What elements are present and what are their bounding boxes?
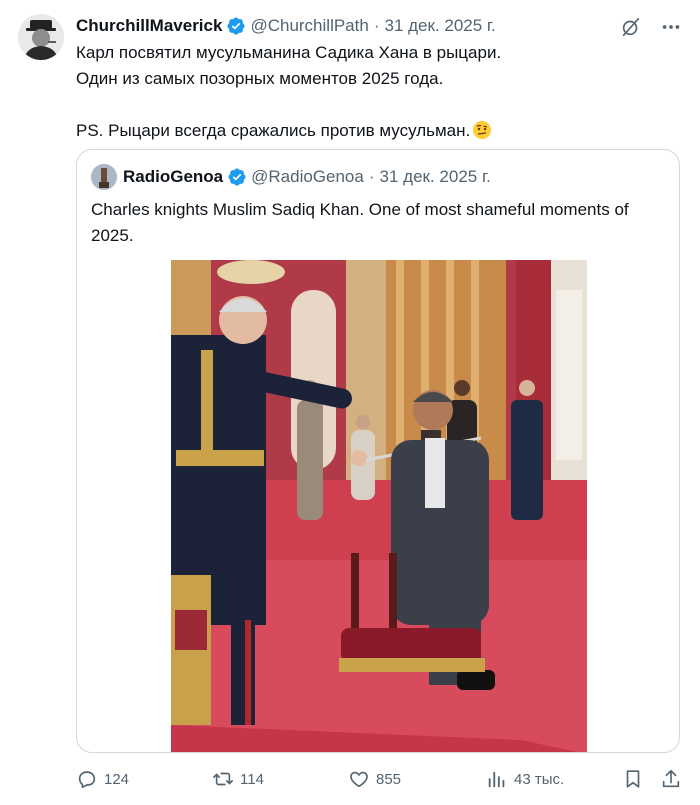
tweet-line-1: Карл посвятил мусульманина Садика Хана в…	[76, 43, 502, 62]
bookmark-icon	[626, 770, 640, 788]
quoted-photo[interactable]	[171, 260, 587, 752]
quoted-tweet[interactable]: RadioGenoa @RadioGenoa · 31 дек. 2025 г.…	[76, 149, 680, 753]
author-avatar[interactable]	[18, 14, 64, 60]
repost-button[interactable]: 114	[212, 768, 264, 790]
reply-count: 124	[104, 770, 130, 788]
action-bar: 124 114 855 43 тыс.	[76, 764, 688, 794]
tweet-line-2: Один из самых позорных моментов 2025 год…	[76, 69, 444, 88]
raised-eyebrow-emoji-icon	[472, 120, 492, 140]
quoted-avatar[interactable]	[91, 164, 117, 190]
quoted-date[interactable]: 31 дек. 2025 г.	[380, 167, 491, 187]
tweet-line-3: PS. Рыцари всегда сражались против мусул…	[76, 121, 471, 140]
more-icon[interactable]	[658, 14, 684, 40]
share-button[interactable]	[660, 768, 688, 790]
grok-slash-icon[interactable]	[618, 14, 644, 40]
author-handle[interactable]: @ChurchillPath	[250, 16, 368, 36]
like-count: 855	[376, 770, 402, 788]
views-count: 43 тыс.	[514, 770, 565, 788]
quoted-separator: ·	[368, 167, 375, 186]
quoted-header: RadioGenoa @RadioGenoa · 31 дек. 2025 г.	[91, 164, 491, 190]
bookmark-button[interactable]	[622, 768, 650, 790]
views-button[interactable]: 43 тыс.	[486, 768, 564, 790]
tweet-date[interactable]: 31 дек. 2025 г.	[385, 16, 496, 36]
tweet-line-3-wrap: PS. Рыцари всегда сражались против мусул…	[76, 118, 680, 144]
top-actions	[618, 14, 684, 40]
reply-button[interactable]: 124	[76, 768, 129, 790]
tweet-header: ChurchillMaverick @ChurchillPath · 31 де…	[76, 14, 496, 38]
header-separator: ·	[373, 16, 380, 35]
verified-badge-icon	[226, 16, 246, 36]
quoted-text: Charles knights Muslim Sadiq Khan. One o…	[91, 200, 629, 245]
quoted-name[interactable]: RadioGenoa	[123, 167, 223, 187]
author-name[interactable]: ChurchillMaverick	[76, 16, 222, 36]
tweet-text: Карл посвятил мусульманина Садика Хана в…	[76, 40, 680, 144]
repost-count: 114	[240, 770, 264, 788]
share-icon	[662, 769, 680, 788]
like-button[interactable]: 855	[348, 768, 401, 790]
quoted-verified-badge-icon	[227, 167, 247, 187]
quoted-handle[interactable]: @RadioGenoa	[251, 167, 364, 187]
